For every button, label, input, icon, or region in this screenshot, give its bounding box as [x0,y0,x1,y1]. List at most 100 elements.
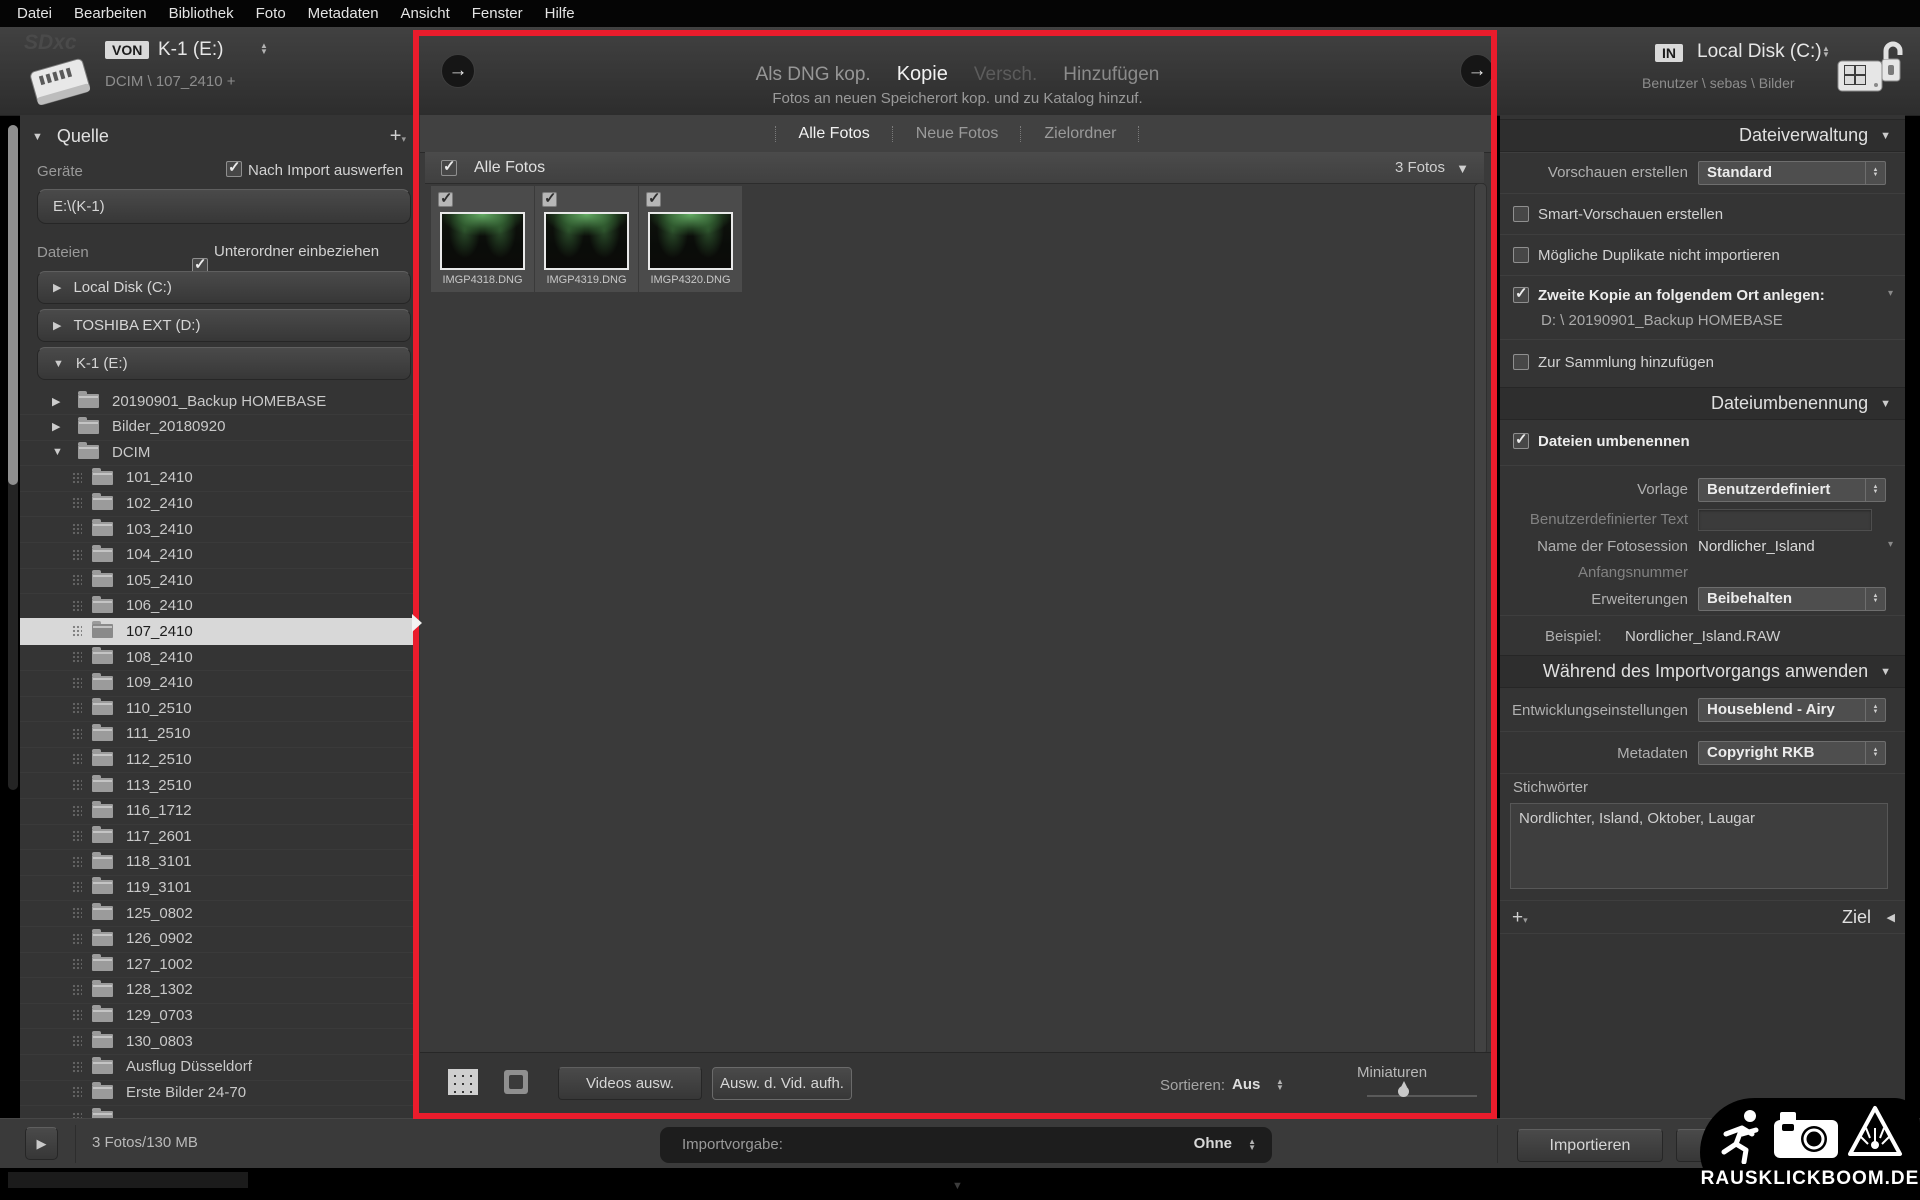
metadata-dropdown[interactable]: Copyright RKB ▲▼ [1698,741,1886,765]
folder-row-130-0803[interactable]: 130_0803 [20,1028,418,1055]
folder-row-107-2410[interactable]: 107_2410 [20,618,418,645]
menu-bearbeiten[interactable]: Bearbeiten [63,5,158,22]
keywords-textarea[interactable]: Nordlichter, Island, Oktober, Laugar [1510,803,1888,889]
folder-row-103-2410[interactable]: 103_2410 [20,516,418,543]
photo-count-collapse-icon[interactable]: ▼ [1456,161,1469,176]
photo-thumbnail-imgp4318-dng[interactable]: IMGP4318.DNG [431,186,534,292]
sort-spinner-icon[interactable]: ▲▼ [1276,1079,1284,1091]
menu-metadaten[interactable]: Metadaten [297,5,390,22]
expand-arrow-icon[interactable]: ▶ [52,420,68,433]
folder-row-105-2410[interactable]: 105_2410 [20,567,418,594]
tab-neue-fotos[interactable]: Neue Fotos [894,125,1021,143]
folder-row-117-2601[interactable]: 117_2601 [20,823,418,850]
photo-thumbnail-imgp4320-dng[interactable]: IMGP4320.DNG [639,186,742,292]
second-copy-caret-icon[interactable]: ▾ [1888,288,1893,299]
folder-row-ausflug-d-sseldorf[interactable]: Ausflug Düsseldorf [20,1054,418,1081]
thumbnail-size-slider[interactable] [1367,1095,1477,1097]
photo-thumbnail-imgp4319-dng[interactable]: IMGP4319.DNG [535,186,638,292]
folder-row-101-2410[interactable]: 101_2410 [20,465,418,492]
menu-ansicht[interactable]: Ansicht [390,5,461,22]
tab-zielordner[interactable]: Zielordner [1022,125,1138,143]
target-expand-icon[interactable]: ◀ [1887,911,1895,924]
add-source-plus-icon[interactable]: +▾ [390,125,406,148]
expand-arrow-icon[interactable]: ▶ [53,281,61,294]
destination-name[interactable]: Local Disk (C:) [1697,41,1822,63]
include-subfolders-label[interactable]: Unterordner einbeziehen [214,243,379,260]
folder-row-113-2510[interactable]: 113_2510 [20,772,418,799]
drive-button-toshiba-ext-d[interactable]: ▶TOSHIBA EXT (D:) [37,309,411,342]
thumbnail-checkbox[interactable] [438,192,453,207]
apply-during-import-header[interactable]: Während des Importvorgangs anwenden ▼ [1500,655,1905,688]
grid-view-icon[interactable] [448,1069,478,1095]
sort-value[interactable]: Aus [1232,1076,1260,1093]
folder-row-bilder-20180920[interactable]: ▶Bilder_20180920 [20,414,418,441]
menu-hilfe[interactable]: Hilfe [534,5,586,22]
left-scrollbar-thumb[interactable] [8,125,18,485]
select-videos-button[interactable]: Videos ausw. [558,1067,702,1100]
drive-button-k-1-e[interactable]: ▼K-1 (E:) [37,347,411,380]
apply-collapse-icon[interactable]: ▼ [1880,666,1891,678]
folder-row-119-3101[interactable]: 119_3101 [20,874,418,901]
thumbnail-checkbox[interactable] [542,192,557,207]
eject-after-import-checkbox[interactable] [226,161,242,177]
no-duplicates-label[interactable]: Mögliche Duplikate nicht importieren [1538,247,1780,264]
destination-spinner-icon[interactable]: ▲▼ [1822,46,1830,58]
add-to-collection-label[interactable]: Zur Sammlung hinzufügen [1538,354,1714,371]
folder-row-116-1712[interactable]: 116_1712 [20,798,418,825]
second-copy-label[interactable]: Zweite Kopie an folgendem Ort anlegen: [1538,287,1825,304]
device-button[interactable]: E:\(K-1) [37,189,411,224]
previews-spinner-icon[interactable]: ▲▼ [1865,162,1885,184]
folder-row-dcim[interactable]: ▼DCIM [20,439,418,466]
file-handling-collapse-icon[interactable]: ▼ [1880,130,1891,142]
renaming-collapse-icon[interactable]: ▼ [1880,398,1891,410]
tab-alle-fotos[interactable]: Alle Fotos [777,125,892,143]
thumbnail-size-slider-handle[interactable] [1398,1086,1409,1097]
folder-row-126-0902[interactable]: 126_0902 [20,926,418,953]
import-mode-kopie[interactable]: Kopie [897,63,948,86]
menu-foto[interactable]: Foto [245,5,297,22]
import-mode-als-dng-kop[interactable]: Als DNG kop. [756,64,871,86]
menu-bibliothek[interactable]: Bibliothek [158,5,245,22]
rename-files-label[interactable]: Dateien umbenennen [1538,433,1690,450]
import-preset-spinner-icon[interactable]: ▲▼ [1248,1139,1256,1151]
folder-row-20190901-backup-homebase[interactable]: ▶20190901_Backup HOMEBASE [20,388,418,415]
folder-row-110-2510[interactable]: 110_2510 [20,695,418,722]
menu-fenster[interactable]: Fenster [461,5,534,22]
second-copy-checkbox[interactable] [1513,287,1529,303]
metadata-spinner-icon[interactable]: ▲▼ [1865,742,1885,764]
develop-settings-dropdown[interactable]: Houseblend - Airy ▲▼ [1698,698,1886,722]
folder-row-112-2510[interactable]: 112_2510 [20,746,418,773]
target-panel-header[interactable]: +▾ Ziel ◀ [1500,900,1905,934]
folder-row-106-2410[interactable]: 106_2410 [20,593,418,620]
extensions-dropdown[interactable]: Beibehalten ▲▼ [1698,587,1886,611]
file-handling-header[interactable]: Dateiverwaltung ▼ [1500,119,1905,152]
folder-row-104-2410[interactable]: 104_2410 [20,542,418,569]
collapse-arrow-icon[interactable]: ▼ [32,131,43,143]
grid-scrollbar[interactable] [1474,183,1487,1055]
folder-row-108-2410[interactable]: 108_2410 [20,644,418,671]
expand-arrow-icon[interactable]: ▶ [52,395,68,408]
template-dropdown[interactable]: Benutzerdefiniert ▲▼ [1698,478,1886,502]
menu-datei[interactable]: Datei [6,5,63,22]
expand-arrow-icon[interactable]: ▼ [53,358,64,370]
smart-previews-label[interactable]: Smart-Vorschauen erstellen [1538,206,1723,223]
thumbnail-checkbox[interactable] [646,192,661,207]
source-device-name[interactable]: K-1 (E:) [158,39,223,61]
play-button[interactable]: ▶ [25,1127,58,1160]
shoot-name-value[interactable]: Nordlicher_Island [1698,538,1815,555]
custom-text-input[interactable] [1698,509,1872,531]
import-preset-bar[interactable]: Importvorgabe: Ohne ▲▼ [660,1127,1272,1163]
previews-dropdown[interactable]: Standard ▲▼ [1698,161,1886,185]
loupe-view-icon[interactable] [504,1070,528,1094]
folder-row-129-0703[interactable]: 129_0703 [20,1002,418,1029]
folder-row-125-0802[interactable]: 125_0802 [20,900,418,927]
extensions-spinner-icon[interactable]: ▲▼ [1865,588,1885,610]
expand-arrow-icon[interactable]: ▼ [52,446,68,458]
renaming-header[interactable]: Dateiumbenennung ▼ [1500,387,1905,420]
all-photos-checkbox[interactable] [441,160,457,176]
folder-row-partial[interactable] [20,1105,418,1118]
second-copy-path[interactable]: D: \ 20190901_Backup HOMEBASE [1541,312,1783,329]
import-mode-versch[interactable]: Versch. [974,64,1037,86]
add-to-collection-checkbox[interactable] [1513,354,1529,370]
folder-row-128-1302[interactable]: 128_1302 [20,977,418,1004]
